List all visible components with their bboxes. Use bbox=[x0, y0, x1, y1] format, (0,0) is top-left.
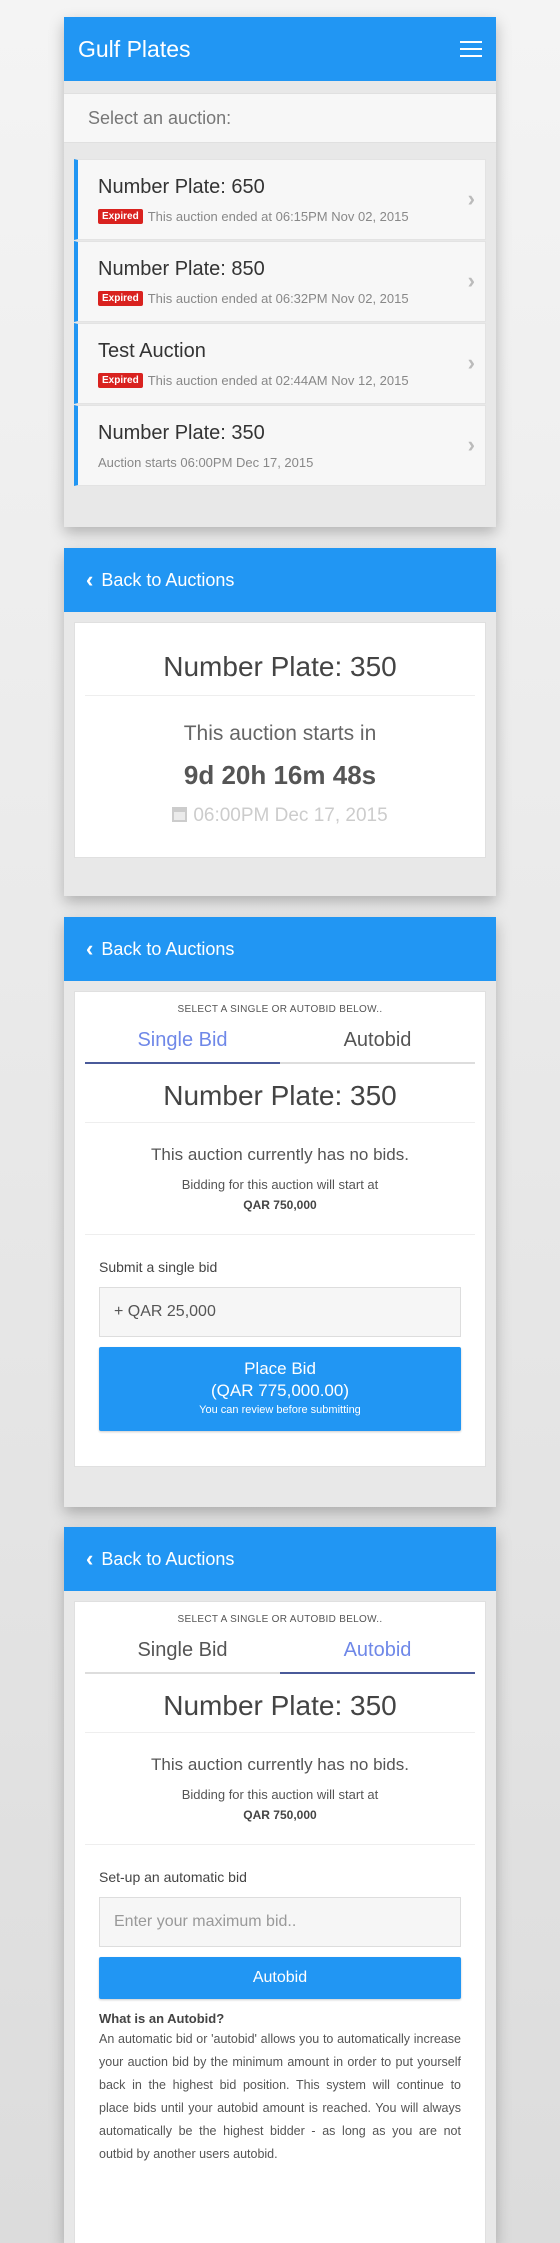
place-bid-button[interactable]: Place Bid (QAR 775,000.00) You can revie… bbox=[99, 1347, 461, 1431]
bid-start-label: Bidding for this auction will start at bbox=[181, 1787, 379, 1802]
auction-item[interactable]: Number Plate: 850 Expired This auction en… bbox=[74, 241, 486, 322]
app-bar: Gulf Plates bbox=[64, 17, 496, 81]
tab-single-bid[interactable]: Single Bid bbox=[85, 1023, 280, 1064]
plate-title: Number Plate: 350 bbox=[163, 1690, 397, 1721]
starts-in-label: This auction starts in bbox=[183, 722, 377, 745]
chevron-left-icon: ‹ bbox=[86, 1546, 94, 1571]
chevron-right-icon: › bbox=[467, 432, 475, 457]
app-title: Gulf Plates bbox=[78, 35, 191, 62]
bid-tabs: Single Bid Autobid bbox=[85, 1023, 475, 1064]
start-date: 06:00PM Dec 17, 2015 bbox=[75, 805, 485, 827]
single-bid-screen: ‹ Back to Auctions SELECT A SINGLE OR AU… bbox=[64, 917, 496, 1507]
auction-status: Auction starts 06:00PM Dec 17, 2015 bbox=[98, 455, 314, 470]
auction-item[interactable]: Number Plate: 650 Expired This auction en… bbox=[74, 159, 486, 240]
select-auction-header: Select an auction: bbox=[64, 93, 496, 143]
chevron-right-icon: › bbox=[467, 186, 475, 211]
tab-autobid[interactable]: Autobid bbox=[280, 1023, 475, 1064]
bid-tabs: Single Bid Autobid bbox=[85, 1633, 475, 1674]
tab-single-bid[interactable]: Single Bid bbox=[85, 1633, 280, 1674]
back-to-auctions-button[interactable]: ‹ Back to Auctions bbox=[64, 1527, 496, 1591]
back-label: Back to Auctions bbox=[101, 569, 235, 590]
bid-card: SELECT A SINGLE OR AUTOBID BELOW.. Singl… bbox=[74, 1601, 486, 2243]
plate-title: Number Plate: 350 bbox=[163, 651, 397, 682]
place-bid-note: You can review before submitting bbox=[199, 1404, 361, 1416]
max-bid-input[interactable] bbox=[99, 1897, 461, 1947]
countdown-timer: 9d 20h 16m 48s bbox=[183, 760, 377, 790]
single-bid-input[interactable] bbox=[99, 1287, 461, 1337]
tab-autobid[interactable]: Autobid bbox=[280, 1633, 475, 1674]
auction-list: Number Plate: 650 Expired This auction en… bbox=[74, 159, 486, 527]
autobid-explain-text: An automatic bid or 'autobid' allows you… bbox=[99, 2032, 461, 2161]
calendar-icon bbox=[172, 807, 188, 822]
hamburger-menu-icon[interactable] bbox=[460, 41, 482, 57]
form-label: Set-up an automatic bid bbox=[99, 1869, 247, 1885]
back-label: Back to Auctions bbox=[101, 938, 235, 959]
no-bids-text: This auction currently has no bids. bbox=[151, 1755, 409, 1774]
auction-item[interactable]: Number Plate: 350 Auction starts 06:00PM… bbox=[74, 405, 486, 486]
auction-list-screen: Gulf Plates Select an auction: Number Pl… bbox=[64, 17, 496, 527]
form-label: Submit a single bid bbox=[99, 1259, 218, 1275]
countdown-screen: ‹ Back to Auctions Number Plate: 350 Thi… bbox=[64, 548, 496, 896]
autobid-button-label: Autobid bbox=[252, 1969, 308, 1986]
divider bbox=[85, 1234, 475, 1235]
place-bid-amount: (QAR 775,000.00) bbox=[211, 1381, 349, 1400]
autobid-button[interactable]: Autobid bbox=[99, 1957, 461, 1999]
auction-name: Number Plate: 850 bbox=[98, 258, 265, 280]
autobid-explain-title: What is an Autobid? bbox=[99, 2011, 225, 2026]
back-to-auctions-button[interactable]: ‹ Back to Auctions bbox=[64, 548, 496, 612]
expired-badge: Expired bbox=[98, 291, 143, 306]
divider bbox=[85, 695, 475, 696]
auction-status: This auction ended at 02:44AM Nov 12, 20… bbox=[147, 373, 409, 388]
bid-start-amount: QAR 750,000 bbox=[243, 1198, 317, 1212]
bid-start-amount: QAR 750,000 bbox=[243, 1808, 317, 1822]
expired-badge: Expired bbox=[98, 209, 143, 224]
place-bid-title: Place Bid bbox=[244, 1359, 316, 1378]
chevron-right-icon: › bbox=[467, 350, 475, 375]
bid-card: SELECT A SINGLE OR AUTOBID BELOW.. Singl… bbox=[74, 991, 486, 1467]
select-hint: SELECT A SINGLE OR AUTOBID BELOW.. bbox=[177, 1004, 383, 1015]
divider bbox=[85, 1732, 475, 1733]
expired-badge: Expired bbox=[98, 373, 143, 388]
auction-name: Number Plate: 350 bbox=[98, 422, 265, 444]
auction-status: This auction ended at 06:32PM Nov 02, 20… bbox=[147, 291, 409, 306]
autobid-screen: ‹ Back to Auctions SELECT A SINGLE OR AU… bbox=[64, 1527, 496, 2243]
auction-status: This auction ended at 06:15PM Nov 02, 20… bbox=[147, 209, 409, 224]
countdown-card: Number Plate: 350 This auction starts in… bbox=[74, 622, 486, 858]
plate-title: Number Plate: 350 bbox=[163, 1080, 397, 1111]
chevron-right-icon: › bbox=[467, 268, 475, 293]
bid-start-label: Bidding for this auction will start at bbox=[181, 1177, 379, 1192]
no-bids-text: This auction currently has no bids. bbox=[151, 1145, 409, 1164]
chevron-left-icon: ‹ bbox=[86, 567, 94, 592]
divider bbox=[85, 1122, 475, 1123]
chevron-left-icon: ‹ bbox=[86, 936, 94, 961]
auction-item[interactable]: Test Auction Expired This auction ended a… bbox=[74, 323, 486, 404]
back-to-auctions-button[interactable]: ‹ Back to Auctions bbox=[64, 917, 496, 981]
back-label: Back to Auctions bbox=[101, 1548, 235, 1569]
auction-name: Number Plate: 650 bbox=[98, 176, 265, 198]
select-hint: SELECT A SINGLE OR AUTOBID BELOW.. bbox=[177, 1614, 383, 1625]
auction-name: Test Auction bbox=[98, 340, 206, 362]
divider bbox=[85, 1844, 475, 1845]
